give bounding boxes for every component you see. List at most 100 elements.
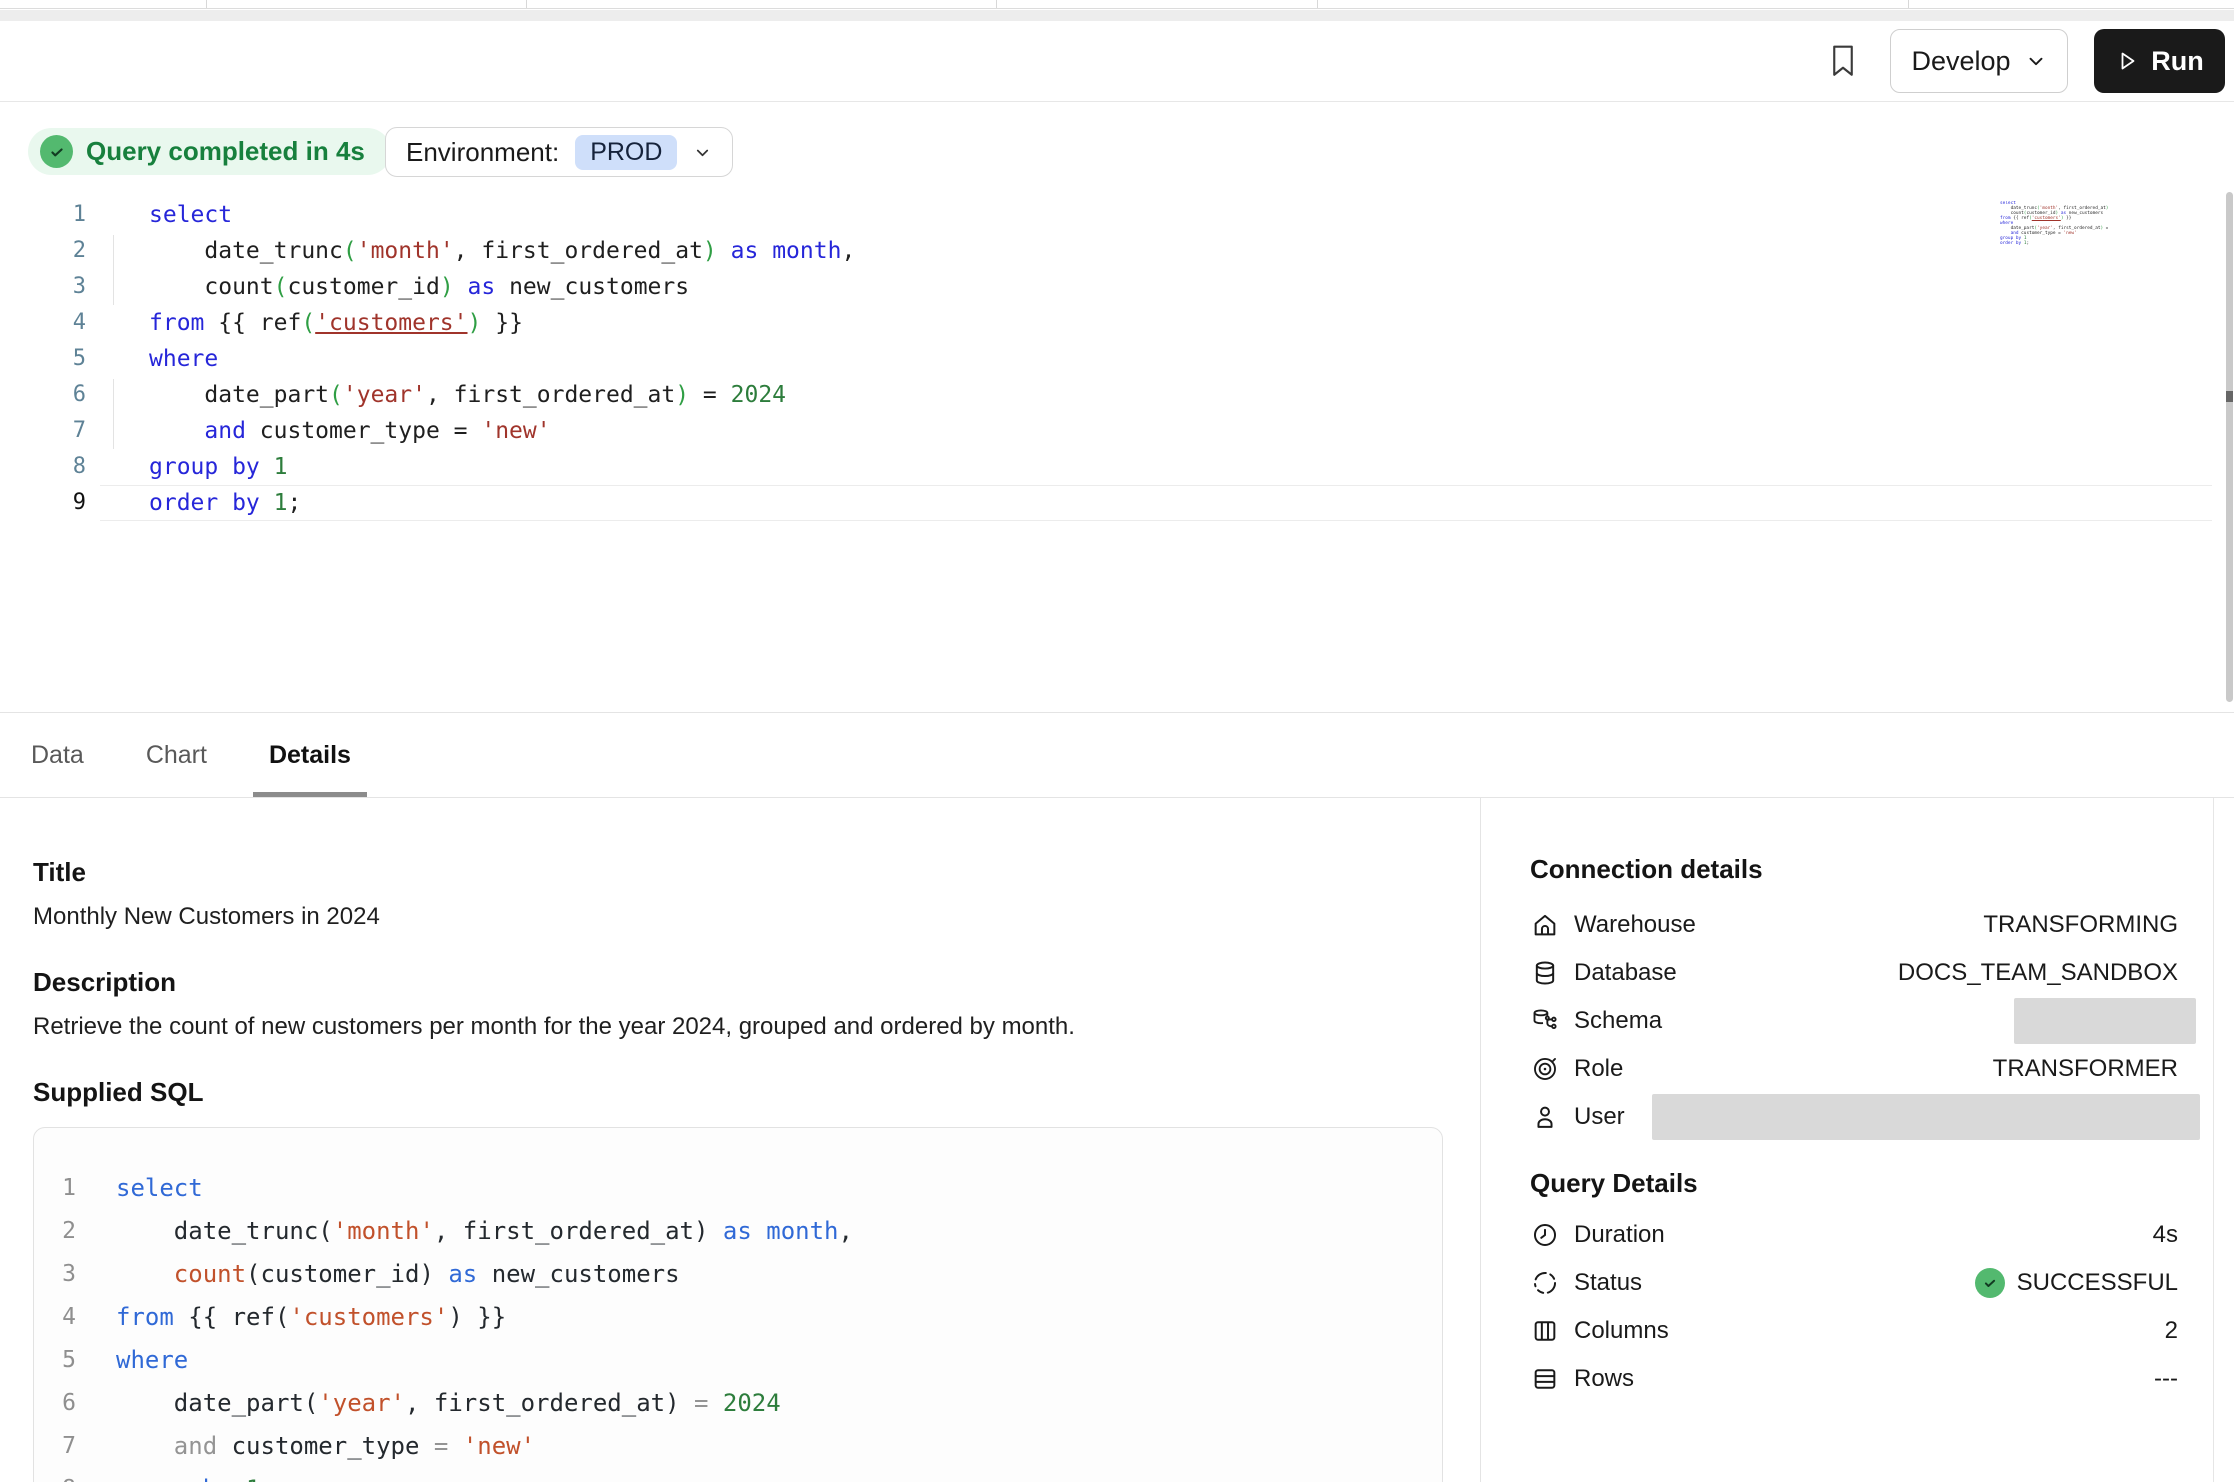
code-line-6: 6 date_part('year', first_ordered_at) = …: [34, 1382, 1442, 1425]
connection-row-user: User: [1530, 1093, 2178, 1141]
develop-button[interactable]: Develop: [1890, 29, 2068, 93]
connection-row-schema: Schema: [1530, 997, 2178, 1045]
editor-minimap[interactable]: 1select2 date_trunc('month', first_order…: [1998, 201, 2108, 247]
line-number: 3: [34, 1253, 86, 1296]
query-status-text: Query completed in 4s: [86, 136, 365, 167]
supplied-sql-block: 1select2 date_trunc('month', first_order…: [33, 1127, 1443, 1482]
rows-icon: [1530, 1364, 1560, 1394]
clipped-tab[interactable]: [997, 0, 1318, 8]
row-label: Columns: [1574, 1317, 1669, 1345]
query-status-row: Query completed in 4s Environment: PROD: [0, 103, 2234, 195]
tab-chart[interactable]: Chart: [130, 713, 223, 797]
database-icon: [1530, 958, 1560, 988]
code-line-9: 9order by 1;: [1998, 241, 2108, 246]
connection-row-database: Database DOCS_TEAM_SANDBOX: [1530, 949, 2178, 997]
run-button[interactable]: Run: [2094, 29, 2225, 93]
clipped-tab[interactable]: [207, 0, 527, 8]
status-value: SUCCESSFUL: [2017, 1269, 2178, 1297]
row-label: Status: [1574, 1269, 1642, 1297]
scrollbar-cursor-marker: [2226, 391, 2233, 402]
code-line-3[interactable]: 3 count(customer_id) as new_customers: [0, 269, 2212, 305]
environment-label: Environment:: [406, 137, 559, 168]
user-icon: [1530, 1102, 1560, 1132]
sql-editor[interactable]: 1select2 date_trunc('month', first_order…: [0, 195, 2234, 712]
line-number: 7: [0, 413, 100, 449]
line-content: from {{ ref('customers') }}: [100, 305, 2212, 341]
row-value: TRANSFORMING: [1983, 911, 2178, 939]
redacted-schema-value: [2014, 998, 2196, 1044]
connection-row-warehouse: Warehouse TRANSFORMING: [1530, 901, 2178, 949]
query-details-rows: Duration 4s Status SUCCESSFUL: [1530, 1211, 2178, 1403]
line-number: 1: [0, 197, 100, 233]
chevron-down-icon: [693, 143, 712, 162]
line-content: group by 1: [86, 1468, 1442, 1482]
code-line-1[interactable]: 1select: [0, 197, 2212, 233]
query-row-columns: Columns 2: [1530, 1307, 2178, 1355]
connection-details-rows: Warehouse TRANSFORMING Database DOCS_TEA…: [1530, 901, 2178, 1141]
tab-details[interactable]: Details: [253, 713, 367, 797]
editor-scrollbar[interactable]: [2226, 192, 2233, 702]
bookmark-icon[interactable]: [1826, 41, 1860, 81]
tab-data[interactable]: Data: [15, 713, 100, 797]
clipped-tab[interactable]: [1909, 0, 2234, 8]
success-check-icon: [1975, 1268, 2005, 1298]
line-content: and customer_type = 'new': [86, 1425, 1442, 1468]
line-number: 8: [34, 1468, 86, 1482]
line-content: count(customer_id) as new_customers: [100, 269, 2212, 305]
line-content: from {{ ref('customers') }}: [86, 1296, 1442, 1339]
details-pane: Title Monthly New Customers in 2024 Desc…: [0, 798, 2234, 1482]
line-content: group by 1: [100, 449, 2212, 485]
row-label: Schema: [1574, 1007, 1662, 1035]
row-value: TRANSFORMER: [1993, 1055, 2178, 1083]
code-line-2[interactable]: 2 date_trunc('month', first_ordered_at) …: [0, 233, 2212, 269]
develop-button-label: Develop: [1911, 46, 2010, 77]
row-value: 2: [2165, 1317, 2178, 1345]
row-label: Warehouse: [1574, 911, 1696, 939]
redacted-user-value: [1652, 1094, 2200, 1140]
role-icon: [1530, 1054, 1560, 1084]
line-number: 4: [0, 305, 100, 341]
line-number: 8: [0, 449, 100, 485]
supplied-sql-heading: Supplied SQL: [33, 1078, 1442, 1106]
code-line-4[interactable]: 4from {{ ref('customers') }}: [0, 305, 2212, 341]
query-status-pill: Query completed in 4s: [28, 128, 391, 175]
code-line-8: 8group by 1: [34, 1468, 1442, 1482]
row-label: Database: [1574, 959, 1677, 987]
row-value: ---: [2154, 1365, 2178, 1393]
line-content: select: [100, 197, 2212, 233]
results-tabbar: Data Chart Details: [0, 712, 2234, 798]
row-label: Rows: [1574, 1365, 1634, 1393]
details-scroll-track[interactable]: [2213, 798, 2214, 1482]
run-button-label: Run: [2151, 46, 2203, 77]
clipped-tab[interactable]: [527, 0, 997, 8]
line-number: 3: [0, 269, 100, 305]
code-line-8[interactable]: 8group by 1: [0, 449, 2212, 485]
code-line-7[interactable]: 7 and customer_type = 'new': [0, 413, 2212, 449]
description-value: Retrieve the count of new customers per …: [33, 1013, 1442, 1041]
tab-row-shadow: [0, 10, 2234, 21]
duration-icon: [1530, 1220, 1560, 1250]
code-line-3: 3 count(customer_id) as new_customers: [34, 1253, 1442, 1296]
line-content: date_part('year', first_ordered_at) = 20…: [100, 377, 2212, 413]
code-line-5[interactable]: 5where: [0, 341, 2212, 377]
description-heading: Description: [33, 968, 1442, 996]
query-details-heading: Query Details: [1530, 1169, 2234, 1197]
line-number: 4: [34, 1296, 86, 1339]
line-content: order by 1;: [1998, 241, 2108, 246]
details-right-column: Connection details Warehouse TRANSFORMIN…: [1481, 798, 2234, 1482]
title-heading: Title: [33, 858, 1442, 886]
clipped-tab[interactable]: [1318, 0, 1909, 8]
environment-badge: PROD: [575, 135, 677, 170]
line-number: 5: [0, 341, 100, 377]
code-line-9[interactable]: 9order by 1;: [0, 485, 2212, 521]
code-line-6[interactable]: 6 date_part('year', first_ordered_at) = …: [0, 377, 2212, 413]
code-line-5: 5where: [34, 1339, 1442, 1382]
line-content: date_trunc('month', first_ordered_at) as…: [86, 1210, 1442, 1253]
clipped-tab[interactable]: [0, 0, 207, 8]
connection-row-role: Role TRANSFORMER: [1530, 1045, 2178, 1093]
environment-selector[interactable]: Environment: PROD: [385, 127, 733, 177]
connection-details-heading: Connection details: [1530, 855, 2234, 883]
status-spinner-icon: [1530, 1268, 1560, 1298]
columns-icon: [1530, 1316, 1560, 1346]
line-number: 1: [34, 1167, 86, 1210]
